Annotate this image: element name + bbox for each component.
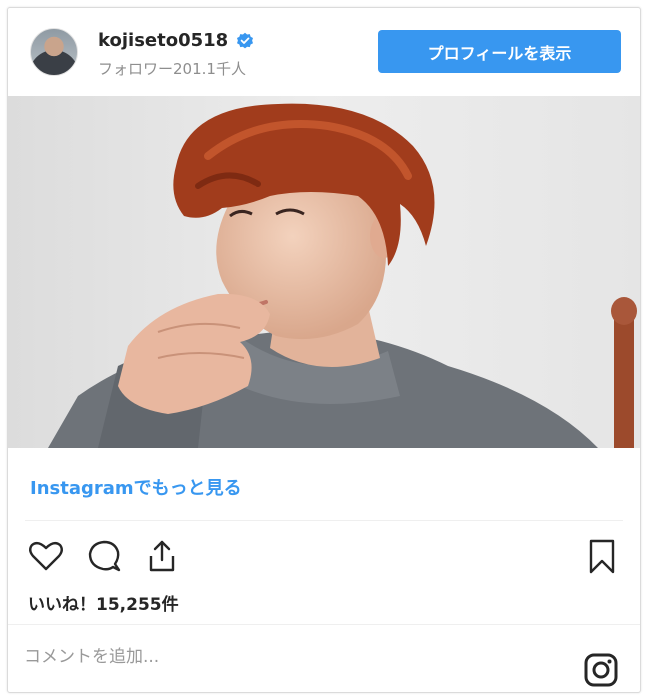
comment-input[interactable] [24, 641, 524, 673]
portrait-image [8, 96, 640, 448]
post-header: kojiseto0518 フォロワー201.1千人 プロフィールを表示 [8, 8, 640, 96]
share-button[interactable] [142, 536, 182, 576]
divider [25, 520, 623, 521]
instagram-logo-icon[interactable] [583, 652, 619, 688]
post-photo[interactable] [8, 96, 640, 448]
avatar[interactable] [30, 28, 78, 76]
comment-bar [8, 624, 640, 692]
view-profile-button[interactable]: プロフィールを表示 [378, 30, 621, 73]
username[interactable]: kojiseto0518 [98, 30, 228, 51]
save-button[interactable] [582, 536, 622, 576]
like-button[interactable] [26, 536, 66, 576]
follower-count: フォロワー201.1千人 [98, 60, 246, 78]
comment-icon [88, 540, 121, 572]
comment-button[interactable] [84, 536, 124, 576]
share-icon [149, 540, 175, 572]
view-more-on-instagram-link[interactable]: Instagramでもっと見る [30, 474, 242, 500]
instagram-embed-card: kojiseto0518 フォロワー201.1千人 プロフィールを表示 Inst… [7, 7, 641, 693]
like-count: いいね！15,255件 [28, 595, 179, 615]
heart-icon [29, 541, 63, 571]
verified-badge-icon [236, 32, 254, 50]
bookmark-icon [589, 539, 615, 574]
